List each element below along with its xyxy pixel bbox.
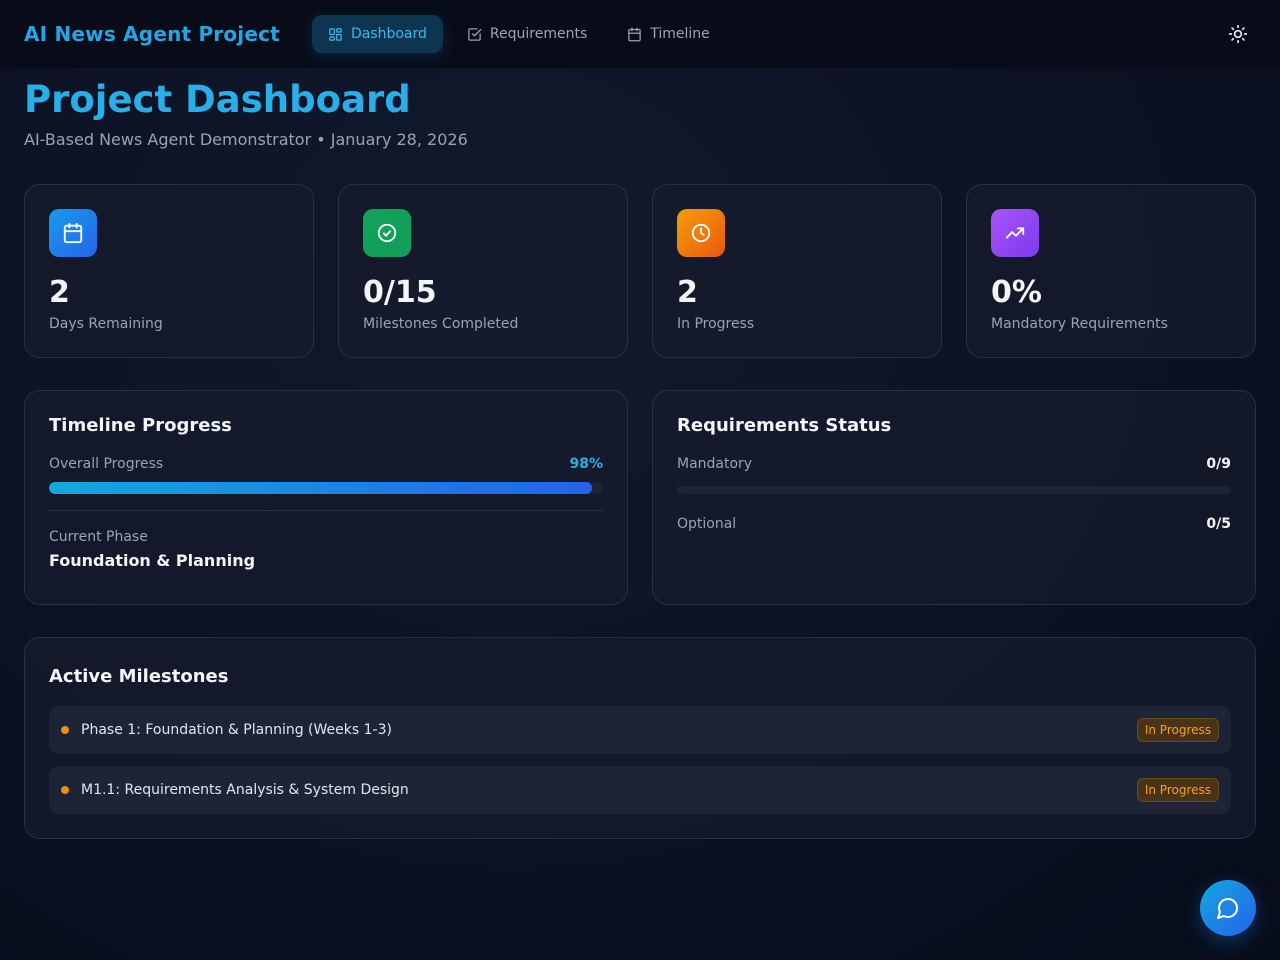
dashboard-icon xyxy=(329,27,342,41)
stat-card-mandatory-requirements: 0% Mandatory Requirements xyxy=(966,184,1256,358)
milestone-label: M1.1: Requirements Analysis & System Des… xyxy=(81,782,409,798)
progress-bar-fill xyxy=(49,482,592,494)
stat-card-days-remaining: 2 Days Remaining xyxy=(24,184,314,358)
calendar-icon xyxy=(628,27,642,41)
mandatory-row: Mandatory 0/9 xyxy=(677,456,1231,472)
status-badge: In Progress xyxy=(1136,718,1219,742)
top-nav-bar: AI News Agent Project Dashboard Requirem… xyxy=(0,0,1280,68)
panel-title: Requirements Status xyxy=(677,415,892,436)
mandatory-bar-track xyxy=(677,486,1231,494)
optional-row: Optional 0/5 xyxy=(677,516,1231,532)
stat-label: Milestones Completed xyxy=(363,316,519,332)
progress-bar-track xyxy=(49,482,603,494)
nav-dashboard[interactable]: Dashboard xyxy=(311,15,443,53)
stat-value: 0% xyxy=(991,275,1042,310)
milestone-label: Phase 1: Foundation & Planning (Weeks 1-… xyxy=(81,722,392,738)
brand-title[interactable]: AI News Agent Project xyxy=(24,22,280,46)
progress-row: Overall Progress 98% xyxy=(49,456,603,472)
milestone-item[interactable]: Phase 1: Foundation & Planning (Weeks 1-… xyxy=(49,706,1231,754)
nav-dashboard-label: Dashboard xyxy=(350,26,427,42)
current-phase-label: Current Phase xyxy=(49,529,148,545)
current-phase-value: Foundation & Planning xyxy=(49,551,256,570)
stat-card-in-progress: 2 In Progress xyxy=(652,184,942,358)
panel-title: Timeline Progress xyxy=(49,415,232,436)
chat-bubble-icon xyxy=(1217,898,1238,919)
panel-title: Active Milestones xyxy=(49,666,229,687)
stat-label: In Progress xyxy=(677,316,755,332)
mandatory-value: 0/9 xyxy=(1206,456,1231,472)
nav-timeline-label: Timeline xyxy=(650,26,710,42)
stat-label: Days Remaining xyxy=(49,316,163,332)
active-milestones-panel: Active Milestones Phase 1: Foundation & … xyxy=(24,637,1256,839)
nav-requirements[interactable]: Requirements xyxy=(451,15,603,53)
calendar-icon xyxy=(63,222,83,244)
checkbox-icon xyxy=(468,27,482,41)
page-title: Project Dashboard xyxy=(24,78,411,121)
milestone-item[interactable]: M1.1: Requirements Analysis & System Des… xyxy=(49,766,1231,814)
optional-value: 0/5 xyxy=(1206,516,1231,532)
divider xyxy=(49,510,603,511)
stat-card-milestones-completed: 0/15 Milestones Completed xyxy=(338,184,628,358)
nav-requirements-label: Requirements xyxy=(489,26,588,42)
check-circle-icon xyxy=(377,223,397,243)
sun-icon[interactable] xyxy=(1228,24,1248,44)
clock-icon xyxy=(691,223,711,243)
stat-value: 2 xyxy=(677,275,698,310)
trending-up-icon xyxy=(1005,227,1025,239)
status-dot xyxy=(61,786,69,794)
optional-label: Optional xyxy=(677,516,737,532)
stat-value: 2 xyxy=(49,275,70,310)
stat-label: Mandatory Requirements xyxy=(991,316,1168,332)
nav-timeline[interactable]: Timeline xyxy=(611,15,726,53)
stat-icon-wrap xyxy=(991,209,1039,257)
mandatory-label: Mandatory xyxy=(677,456,753,472)
page-subtitle: AI-Based News Agent Demonstrator • Janua… xyxy=(24,130,468,149)
status-dot xyxy=(61,726,69,734)
requirements-status-panel: Requirements Status Mandatory 0/9 Option… xyxy=(652,390,1256,605)
stat-icon-wrap xyxy=(49,209,97,257)
progress-label: Overall Progress xyxy=(49,456,164,472)
status-badge: In Progress xyxy=(1136,778,1219,802)
timeline-progress-panel: Timeline Progress Overall Progress 98% C… xyxy=(24,390,628,605)
stat-value: 0/15 xyxy=(363,275,437,310)
stat-icon-wrap xyxy=(363,209,411,257)
chat-button[interactable] xyxy=(1200,880,1256,936)
stat-icon-wrap xyxy=(677,209,725,257)
progress-percent: 98% xyxy=(569,456,603,472)
main-nav: Dashboard Requirements Timeline xyxy=(311,15,726,53)
